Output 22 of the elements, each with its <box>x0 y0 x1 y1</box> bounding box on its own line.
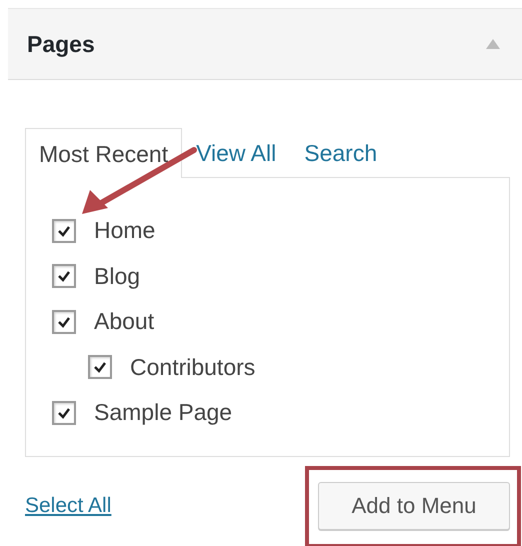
checkmark-icon <box>57 269 71 284</box>
checkbox[interactable] <box>88 355 112 380</box>
add-to-menu-button[interactable]: Add to Menu <box>318 482 510 530</box>
checkmark-icon <box>57 406 71 420</box>
select-all-link[interactable]: Select All <box>25 494 112 518</box>
page-label: Contributors <box>130 354 256 381</box>
page-label: Blog <box>94 262 140 290</box>
panel-header[interactable]: Pages <box>8 8 522 80</box>
checkmark-icon <box>57 314 71 329</box>
checkbox[interactable] <box>52 218 76 243</box>
page-label: Sample Page <box>94 399 232 426</box>
panel-title: Pages <box>27 30 95 58</box>
page-label: Home <box>94 217 156 244</box>
tab[interactable]: Most Recent <box>25 128 182 178</box>
page-label: About <box>94 308 154 336</box>
checkbox[interactable] <box>52 400 76 425</box>
tab[interactable]: View All <box>182 127 290 177</box>
tab[interactable]: Search <box>290 127 392 177</box>
checkbox[interactable] <box>52 310 76 334</box>
checkmark-icon <box>93 360 107 374</box>
checkmark-icon <box>57 224 71 238</box>
checkbox[interactable] <box>52 264 76 288</box>
